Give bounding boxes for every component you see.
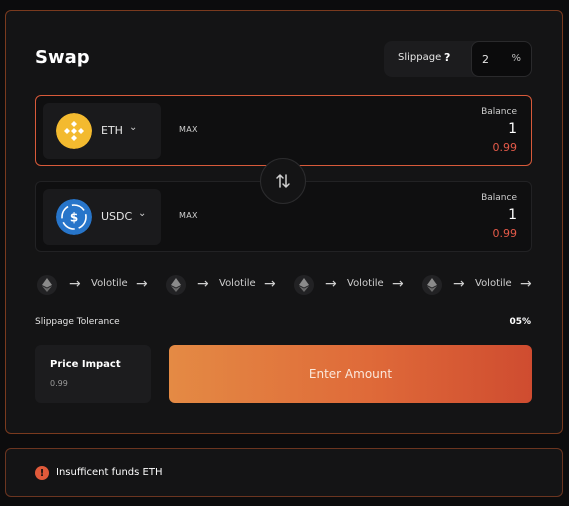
- enter-amount-button[interactable]: Enter Amount: [169, 345, 532, 403]
- balance-label: Balance: [481, 107, 517, 117]
- to-token-select[interactable]: $ USDC ⌄: [43, 189, 161, 245]
- svg-text:$: $: [70, 211, 78, 225]
- from-token-row[interactable]: ETH ⌄ MAX Balance 1 0.99: [35, 95, 532, 166]
- error-message: Insufficent funds ETH: [56, 467, 163, 478]
- binance-coin-icon: [56, 113, 92, 149]
- slippage-tolerance-value: 05%: [509, 317, 531, 327]
- slippage-input[interactable]: 2 %: [471, 41, 532, 77]
- balance-usd-value: 0.99: [492, 227, 518, 240]
- price-impact-value: 0.99: [50, 379, 68, 388]
- ethereum-icon: [166, 275, 186, 295]
- from-token-select[interactable]: ETH ⌄: [43, 103, 161, 159]
- slippage-control: Slippage ? 2 %: [384, 41, 532, 77]
- page-title: Swap: [35, 47, 90, 68]
- chevron-down-icon[interactable]: ⌄: [138, 208, 146, 219]
- error-banner: ! Insufficent funds ETH: [5, 448, 563, 497]
- swap-route: → Volotile → → Volotile → → Volotile → →…: [35, 275, 545, 295]
- swap-card: Swap Slippage ? 2 % ETH ⌄ MAX Balance 1 …: [5, 10, 563, 434]
- arrow-right-icon: →: [264, 276, 276, 292]
- route-step-label: Volotile: [219, 278, 256, 289]
- ethereum-icon: [37, 275, 57, 295]
- percent-unit: %: [511, 53, 521, 64]
- slippage-label: Slippage: [398, 52, 442, 63]
- chevron-down-icon[interactable]: ⌄: [129, 122, 137, 133]
- ethereum-icon: [294, 275, 314, 295]
- arrow-right-icon: →: [520, 276, 532, 292]
- arrow-right-icon: →: [197, 276, 209, 292]
- arrow-right-icon: →: [453, 276, 465, 292]
- balance-label: Balance: [481, 193, 517, 203]
- route-step-label: Volotile: [91, 278, 128, 289]
- arrow-right-icon: →: [392, 276, 404, 292]
- to-token-symbol: USDC: [101, 210, 133, 223]
- max-button[interactable]: MAX: [179, 125, 198, 134]
- price-impact-title: Price Impact: [50, 359, 121, 370]
- slippage-value[interactable]: 2: [482, 53, 489, 66]
- price-impact-card: Price Impact 0.99: [35, 345, 151, 403]
- arrow-right-icon: →: [69, 276, 81, 292]
- route-step-label: Volotile: [347, 278, 384, 289]
- max-button[interactable]: MAX: [179, 211, 198, 220]
- swap-direction-button[interactable]: [260, 158, 306, 204]
- balance-value: 1: [508, 121, 517, 137]
- warning-icon: !: [35, 466, 49, 480]
- usdc-icon: $: [56, 199, 92, 235]
- balance-usd-value: 0.99: [492, 141, 518, 154]
- ethereum-icon: [422, 275, 442, 295]
- from-token-symbol: ETH: [101, 124, 123, 137]
- balance-value: 1: [508, 207, 517, 223]
- arrow-right-icon: →: [325, 276, 337, 292]
- help-icon[interactable]: ?: [444, 51, 450, 64]
- swap-vertical-icon: [276, 174, 290, 188]
- slippage-tolerance-label: Slippage Tolerance: [35, 317, 120, 327]
- arrow-right-icon: →: [136, 276, 148, 292]
- route-step-label: Volotile: [475, 278, 512, 289]
